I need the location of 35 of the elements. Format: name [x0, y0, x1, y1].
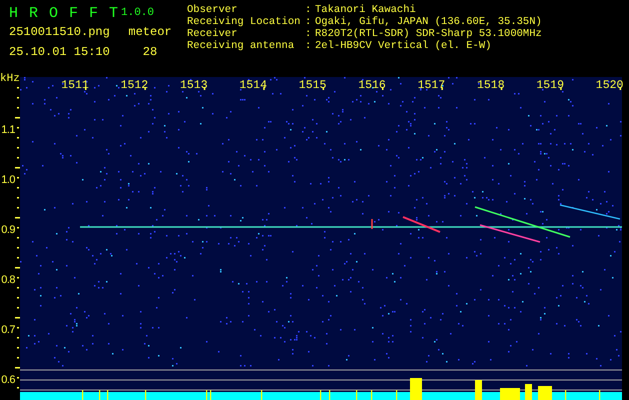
x-axis-label: 1520 — [596, 79, 624, 92]
x-axis-label: 1517 — [418, 79, 446, 92]
info-value: 2el-HB9CV Vertical (el. E-W) — [315, 40, 492, 52]
info-label: Receiving antenna — [187, 40, 296, 52]
info-label: Receiving Location — [187, 16, 302, 28]
y-axis-label: 0.7 — [1, 324, 15, 336]
info-value: R820T2(RTL-SDR) SDR-Sharp 53.1000MHz — [315, 28, 542, 40]
info-separator: : — [305, 40, 312, 52]
x-axis-label: 1515 — [298, 79, 326, 92]
y-axis-label: 1.1 — [1, 124, 15, 136]
info-label: Observer — [187, 4, 238, 16]
info-separator: : — [305, 4, 312, 16]
x-axis-label: 1513 — [180, 79, 208, 92]
meteor-label: meteor — [127, 25, 173, 39]
y-axis-label: 0.8 — [1, 274, 15, 286]
info-value: Ogaki, Gifu, JAPAN (136.60E, 35.35N) — [315, 16, 542, 28]
file-name: 2510011510.png — [9, 25, 111, 39]
info-value: Takanori Kawachi — [315, 4, 417, 16]
info-label: Receiver — [187, 28, 238, 40]
x-axis-label: 1514 — [239, 79, 267, 92]
app-name: H R O F F T — [9, 4, 120, 22]
unit-label: kHz — [0, 73, 20, 85]
x-axis-label: 1519 — [536, 79, 564, 92]
y-axis-label: 0.9 — [1, 224, 15, 236]
y-axis-label: 0.6 — [1, 374, 15, 386]
info-separator: : — [305, 16, 312, 28]
version-label: 1.0.0 — [121, 7, 156, 19]
date-time: 25.10.01 15:10 — [9, 45, 111, 59]
x-axis-label: 1518 — [477, 79, 505, 92]
info-separator: : — [305, 28, 312, 40]
meteor-count: 28 — [142, 45, 158, 59]
y-axis-label: 1.0 — [1, 174, 15, 186]
x-axis-label: 1511 — [61, 79, 89, 92]
x-axis-label: 1512 — [120, 79, 148, 92]
x-axis-label: 1516 — [358, 79, 386, 92]
